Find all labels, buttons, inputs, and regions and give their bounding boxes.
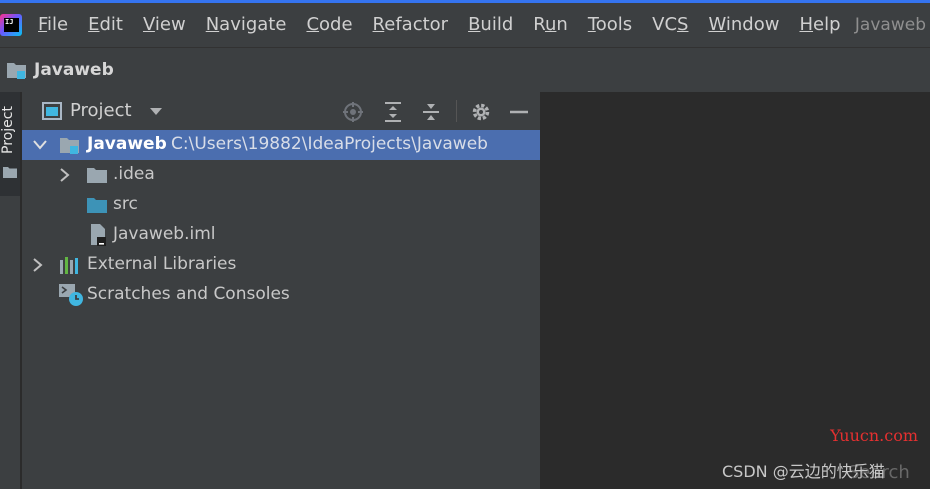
logo-text: IJ: [4, 18, 19, 32]
tree-row-javaweb[interactable]: Javaweb C:\Users\19882\IdeaProjects\Java…: [22, 130, 540, 160]
menu-mnemonic: u: [544, 14, 557, 35]
intellij-logo-icon: IJ: [0, 14, 22, 36]
menu-label-part: iew: [154, 14, 186, 35]
menu-mnemonic: V: [142, 14, 155, 35]
tree-label-scratches: Scratches and Consoles: [87, 284, 290, 304]
menu-label-part: elp: [813, 14, 841, 35]
scratches-icon: [59, 284, 83, 306]
folder-icon: [87, 168, 107, 183]
tree-row-scratches[interactable]: Scratches and Consoles: [22, 280, 540, 310]
menu-tools[interactable]: Tools: [588, 3, 632, 47]
site-watermark: Yuucn.com: [830, 426, 918, 445]
module-folder-icon: [7, 63, 26, 79]
menu-mnemonic: C: [306, 14, 320, 35]
menu-help[interactable]: Help: [799, 3, 840, 47]
source-folder-icon: [87, 198, 107, 213]
menu-mnemonic: W: [708, 14, 726, 35]
menu-build[interactable]: Build: [468, 3, 513, 47]
project-panel: Project Javaweb C:\Users\19882\IdeaProje…: [22, 92, 540, 489]
menu-refactor[interactable]: Refactor: [373, 3, 449, 47]
menu-label-part: n: [556, 14, 568, 35]
menu-view[interactable]: View: [143, 3, 186, 47]
csdn-watermark: CSDN @云边的快乐猫: [722, 462, 885, 481]
tree-label-iml: Javaweb.iml: [113, 224, 216, 244]
tree-row-idea[interactable]: .idea: [22, 160, 540, 190]
locate-icon[interactable]: [342, 101, 364, 123]
menu-label-part: ools: [595, 14, 633, 35]
breadcrumb-project[interactable]: Javaweb: [34, 60, 114, 80]
menu-navigate[interactable]: Navigate: [206, 3, 287, 47]
menu-label-part: ile: [47, 14, 69, 35]
menu-label-part: uild: [480, 14, 514, 35]
menu-label-part: dit: [99, 14, 123, 35]
menu-mnemonic: R: [372, 14, 385, 35]
menu-items: File Edit View Navigate Code Refactor Build Run…: [38, 3, 861, 47]
navigation-bar: Javaweb: [0, 47, 930, 93]
left-tool-strip: Project: [0, 92, 21, 489]
menu-label-part: efactor: [384, 14, 449, 35]
menu-run[interactable]: Run: [533, 3, 568, 47]
menu-mnemonic: E: [88, 14, 100, 35]
minimize-icon[interactable]: [508, 101, 530, 123]
project-panel-header: Project: [22, 92, 540, 130]
menu-mnemonic: N: [205, 14, 220, 35]
tree-label-external-libraries: External Libraries: [87, 254, 237, 274]
project-tool-tab[interactable]: Project: [0, 92, 20, 196]
tree-row-external-libraries[interactable]: External Libraries: [22, 250, 540, 280]
chevron-right-icon[interactable]: [33, 258, 43, 272]
tree-row-src[interactable]: src: [22, 190, 540, 220]
tree-path-javaweb: C:\Users\19882\IdeaProjects\Javaweb: [171, 134, 488, 154]
chevron-right-icon[interactable]: [60, 168, 70, 182]
menu-edit[interactable]: Edit: [88, 3, 123, 47]
chevron-down-icon[interactable]: [150, 108, 162, 116]
window-title: Javaweb: [854, 15, 926, 35]
menu-window[interactable]: Window: [708, 3, 779, 47]
tree-label-src: src: [113, 194, 138, 214]
folder-icon: [3, 167, 17, 178]
project-tool-tab-label: Project: [0, 106, 16, 154]
toolbar-separator: [456, 100, 457, 122]
menu-label-part: R: [533, 14, 545, 35]
module-folder-icon: [60, 138, 79, 154]
menu-label-part: ode: [319, 14, 353, 35]
menu-label-part: VC: [652, 14, 678, 35]
gear-icon[interactable]: [470, 101, 492, 123]
menu-vcs[interactable]: VCS: [652, 3, 688, 47]
menu-mnemonic: H: [799, 14, 814, 35]
libraries-icon: [60, 257, 78, 274]
collapse-all-icon[interactable]: [420, 101, 442, 123]
chevron-down-icon[interactable]: [33, 140, 47, 150]
project-view-icon: [42, 102, 62, 120]
iml-file-icon: [91, 224, 106, 246]
tree-row-iml[interactable]: Javaweb.iml: [22, 220, 540, 250]
menu-mnemonic: F: [38, 14, 48, 35]
menu-mnemonic: S: [677, 14, 689, 35]
project-view-title[interactable]: Project: [70, 92, 132, 130]
expand-all-icon[interactable]: [382, 101, 404, 123]
menu-label-part: indow: [725, 14, 780, 35]
menu-mnemonic: T: [587, 14, 596, 35]
tree-label-javaweb: Javaweb: [87, 134, 167, 154]
menu-label-part: avigate: [219, 14, 287, 35]
menu-mnemonic: B: [468, 14, 481, 35]
menu-file[interactable]: File: [38, 3, 68, 47]
menu-code[interactable]: Code: [306, 3, 352, 47]
menu-bar: IJ File Edit View Navigate Code Refactor Build…: [0, 3, 930, 47]
tree-label-idea: .idea: [113, 164, 155, 184]
